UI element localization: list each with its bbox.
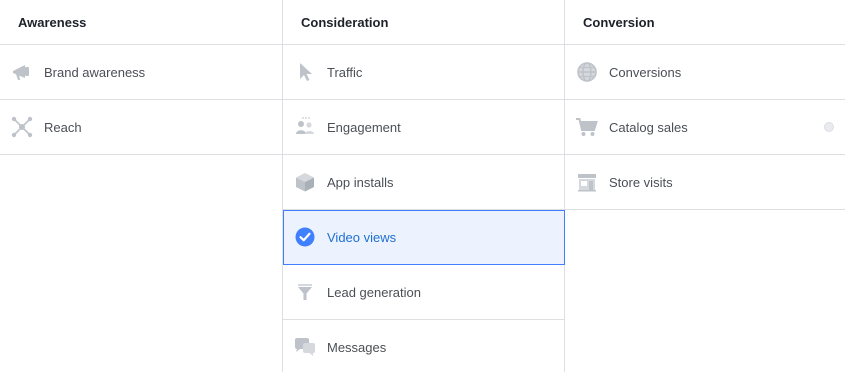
objective-traffic[interactable]: Traffic (283, 45, 565, 100)
objective-engagement[interactable]: Engagement (283, 100, 565, 155)
consideration-column: Consideration Traffic Engagement App ins… (282, 0, 565, 372)
objective-app-installs[interactable]: App installs (283, 155, 565, 210)
column-heading-awareness: Awareness (0, 0, 282, 45)
objective-label: Store visits (609, 174, 673, 190)
objective-store-visits[interactable]: Store visits (565, 155, 845, 210)
objective-label: Lead generation (327, 284, 421, 300)
objective-reach[interactable]: Reach (0, 100, 282, 155)
column-heading-conversion: Conversion (565, 0, 845, 45)
objective-catalog-sales[interactable]: Catalog sales (565, 100, 845, 155)
objective-lead-generation[interactable]: Lead generation (283, 265, 565, 320)
people-icon (293, 115, 317, 139)
objective-label: Catalog sales (609, 119, 688, 135)
megaphone-icon (10, 60, 34, 84)
cursor-icon (293, 60, 317, 84)
objective-messages[interactable]: Messages (283, 320, 565, 374)
check-circle-icon (293, 225, 317, 249)
store-icon (575, 170, 599, 194)
objective-video-views[interactable]: Video views (283, 210, 565, 265)
column-heading-consideration: Consideration (283, 0, 565, 45)
cube-icon (293, 170, 317, 194)
objective-grid: Awareness Brand awareness Reach Consider… (0, 0, 845, 372)
awareness-column: Awareness Brand awareness Reach (0, 0, 282, 372)
objective-label: Messages (327, 339, 387, 355)
chat-icon (293, 335, 317, 359)
objective-label: Traffic (327, 64, 363, 80)
objective-label: Brand awareness (44, 64, 146, 80)
objective-label: Engagement (327, 119, 401, 135)
objective-label: Conversions (609, 64, 682, 80)
funnel-icon (293, 280, 317, 304)
objective-label: App installs (327, 174, 394, 190)
objective-label: Video views (327, 229, 397, 245)
objective-brand-awareness[interactable]: Brand awareness (0, 45, 282, 100)
conversion-column: Conversion Conversions Catalog sales Sto… (564, 0, 845, 372)
objective-conversions[interactable]: Conversions (565, 45, 845, 100)
info-icon[interactable] (824, 122, 834, 132)
objective-label: Reach (44, 119, 82, 135)
globe-icon (575, 60, 599, 84)
reach-icon (10, 115, 34, 139)
cart-icon (575, 115, 599, 139)
